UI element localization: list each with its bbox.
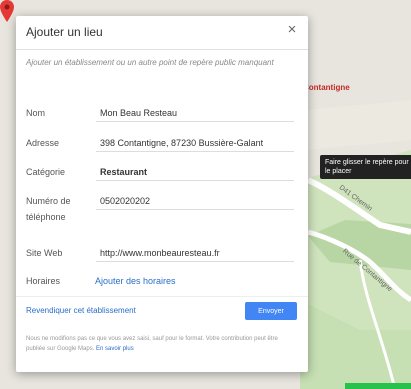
- dialog-description: Ajouter un établissement ou un autre poi…: [26, 58, 274, 67]
- category-field[interactable]: [96, 163, 294, 181]
- category-label: Catégorie: [26, 167, 66, 177]
- map-place-label: Contantigne: [303, 83, 350, 92]
- address-field[interactable]: [96, 134, 294, 152]
- learn-more-link[interactable]: En savoir plus: [96, 346, 134, 352]
- add-hours-link[interactable]: Ajouter des horaires: [95, 276, 176, 286]
- status-bar: [345, 383, 411, 389]
- phone-label-line2: téléphone: [26, 212, 66, 222]
- footnote: Nous ne modifions pas ce que vous avez s…: [26, 334, 298, 354]
- address-label: Adresse: [26, 138, 60, 148]
- close-icon[interactable]: ×: [285, 22, 299, 37]
- phone-label: Numéro de: [26, 196, 71, 206]
- website-label: Site Web: [26, 248, 63, 258]
- name-field[interactable]: [96, 104, 294, 122]
- phone-field[interactable]: [96, 192, 294, 210]
- add-place-dialog: Ajouter un lieu × Ajouter un établisseme…: [16, 16, 308, 372]
- hours-label: Horaires: [26, 276, 61, 286]
- dialog-title: Ajouter un lieu: [26, 25, 103, 39]
- map-pin-icon[interactable]: [0, 0, 14, 22]
- footer-divider: [16, 296, 308, 297]
- claim-business-link[interactable]: Revendiquer cet établissement: [26, 306, 136, 315]
- submit-button[interactable]: Envoyer: [245, 302, 297, 320]
- name-label: Nom: [26, 108, 46, 118]
- title-divider: [16, 49, 308, 50]
- pin-tooltip: Faire glisser le repère pour le placer: [320, 155, 411, 179]
- website-field[interactable]: [96, 244, 294, 262]
- footnote-text: Nous ne modifions pas ce que vous avez s…: [26, 336, 278, 352]
